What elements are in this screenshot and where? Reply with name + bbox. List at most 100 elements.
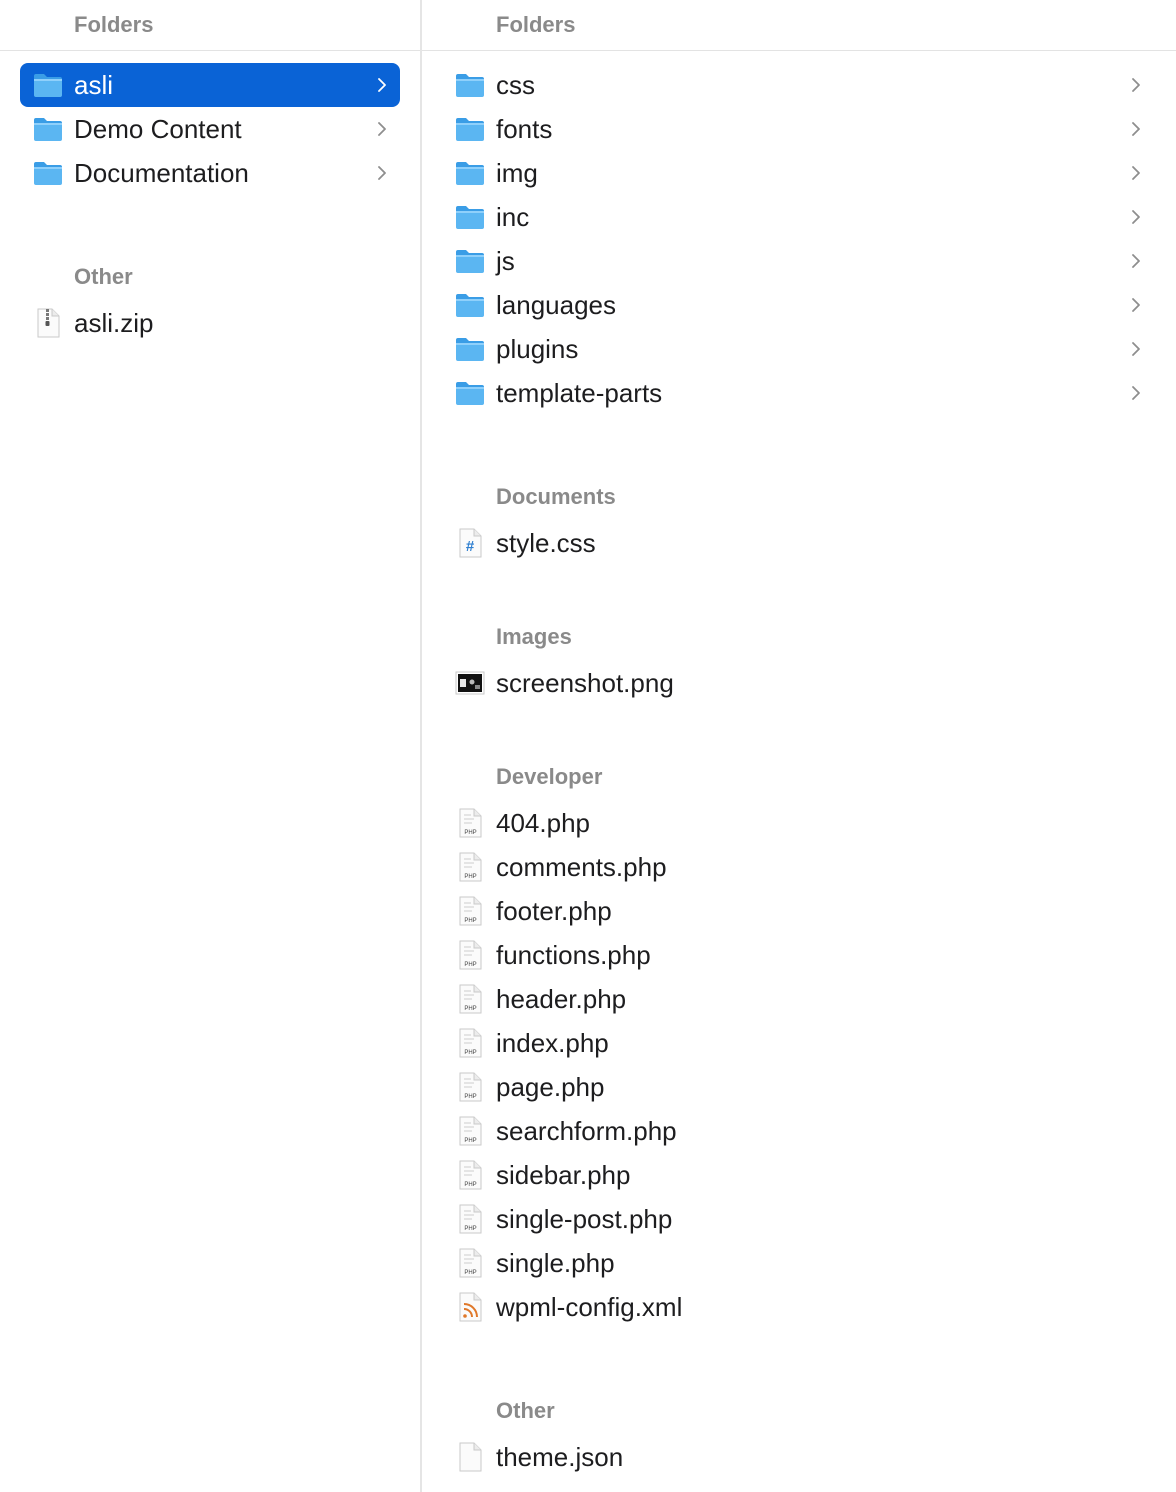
folder-item[interactable]: Demo Content <box>20 107 400 151</box>
file-item[interactable]: theme.json <box>442 1435 1154 1479</box>
file-item[interactable]: PHP page.php <box>442 1065 1154 1109</box>
svg-text:PHP: PHP <box>464 1050 476 1056</box>
php-file-icon: PHP <box>454 895 486 927</box>
file-item[interactable]: PHP functions.php <box>442 933 1154 977</box>
php-file-icon: PHP <box>454 1159 486 1191</box>
folder-item[interactable]: Documentation <box>20 151 400 195</box>
right-column: Folders css fonts img inc js languages p… <box>422 0 1176 1492</box>
svg-text:PHP: PHP <box>464 1270 476 1276</box>
folder-item[interactable]: css <box>442 63 1154 107</box>
svg-text:#: # <box>466 538 475 555</box>
folder-item[interactable]: languages <box>442 283 1154 327</box>
chevron-right-icon <box>374 107 390 151</box>
folder-icon <box>454 157 486 189</box>
item-label: page.php <box>496 1072 605 1102</box>
chevron-right-icon <box>374 151 390 195</box>
folder-icon <box>32 113 64 145</box>
php-file-icon: PHP <box>454 1071 486 1103</box>
file-item[interactable]: screenshot.png <box>442 661 1154 705</box>
php-file-icon: PHP <box>454 1203 486 1235</box>
folder-icon <box>454 69 486 101</box>
left-column-header: Folders <box>0 0 420 51</box>
file-item[interactable]: PHP header.php <box>442 977 1154 1021</box>
folder-icon <box>454 245 486 277</box>
file-item[interactable]: PHP searchform.php <box>442 1109 1154 1153</box>
file-item[interactable]: asli.zip <box>20 301 400 345</box>
svg-text:PHP: PHP <box>464 1006 476 1012</box>
left-column: Folders asli Demo Content Documentation … <box>0 0 420 1492</box>
item-label: css <box>496 70 535 100</box>
file-item[interactable]: PHP footer.php <box>442 889 1154 933</box>
image-thumbnail-icon <box>454 667 486 699</box>
folder-icon <box>32 69 64 101</box>
item-label: template-parts <box>496 378 663 408</box>
item-label: asli <box>74 70 114 100</box>
folder-icon <box>454 333 486 365</box>
item-label: asli.zip <box>74 308 154 338</box>
item-label: plugins <box>496 334 579 364</box>
item-label: index.php <box>496 1028 609 1058</box>
item-label: img <box>496 158 538 188</box>
item-label: languages <box>496 290 616 320</box>
svg-text:PHP: PHP <box>464 1138 476 1144</box>
item-label: functions.php <box>496 940 651 970</box>
file-item[interactable]: wpml-config.xml <box>442 1285 1154 1329</box>
item-label: 404.php <box>496 808 590 838</box>
item-label: js <box>496 246 515 276</box>
file-item[interactable]: # style.css <box>442 521 1154 565</box>
chevron-right-icon <box>1128 239 1144 283</box>
item-label: inc <box>496 202 530 232</box>
chevron-right-icon <box>1128 195 1144 239</box>
item-label: single-post.php <box>496 1204 673 1234</box>
file-item[interactable]: PHP single-post.php <box>442 1197 1154 1241</box>
item-label: theme.json <box>496 1442 624 1472</box>
chevron-right-icon <box>1128 327 1144 371</box>
file-item[interactable]: PHP comments.php <box>442 845 1154 889</box>
folder-icon <box>454 377 486 409</box>
item-label: footer.php <box>496 896 612 926</box>
folder-item[interactable]: js <box>442 239 1154 283</box>
section-header-images: Images <box>496 624 572 649</box>
item-label: Demo Content <box>74 114 242 144</box>
chevron-right-icon <box>1128 283 1144 327</box>
file-item[interactable]: PHP index.php <box>442 1021 1154 1065</box>
folder-item[interactable]: asli <box>20 63 400 107</box>
item-label: sidebar.php <box>496 1160 631 1190</box>
folder-item[interactable]: plugins <box>442 327 1154 371</box>
item-label: comments.php <box>496 852 667 882</box>
php-file-icon: PHP <box>454 807 486 839</box>
item-label: searchform.php <box>496 1116 677 1146</box>
file-item[interactable]: PHP 404.php <box>442 801 1154 845</box>
svg-text:PHP: PHP <box>464 1226 476 1232</box>
svg-text:PHP: PHP <box>464 1094 476 1100</box>
folder-item[interactable]: fonts <box>442 107 1154 151</box>
chevron-right-icon <box>1128 107 1144 151</box>
item-label: style.css <box>496 528 596 558</box>
folder-icon <box>32 157 64 189</box>
item-label: single.php <box>496 1248 615 1278</box>
section-header-folders: Folders <box>496 12 576 37</box>
right-column-header: Folders <box>422 0 1176 51</box>
folder-icon <box>454 113 486 145</box>
file-item[interactable]: PHP sidebar.php <box>442 1153 1154 1197</box>
xml-file-icon <box>454 1291 486 1323</box>
svg-text:PHP: PHP <box>464 874 476 880</box>
item-label: fonts <box>496 114 553 144</box>
folder-item[interactable]: template-parts <box>442 371 1154 415</box>
zip-file-icon <box>32 307 64 339</box>
section-header-documents: Documents <box>496 484 616 509</box>
item-label: Documentation <box>74 158 249 188</box>
php-file-icon: PHP <box>454 851 486 883</box>
item-label: wpml-config.xml <box>496 1292 683 1322</box>
php-file-icon: PHP <box>454 1115 486 1147</box>
file-item[interactable]: PHP single.php <box>442 1241 1154 1285</box>
php-file-icon: PHP <box>454 939 486 971</box>
chevron-right-icon <box>1128 151 1144 195</box>
folder-item[interactable]: img <box>442 151 1154 195</box>
svg-text:PHP: PHP <box>464 918 476 924</box>
svg-text:PHP: PHP <box>464 962 476 968</box>
folder-item[interactable]: inc <box>442 195 1154 239</box>
chevron-right-icon <box>374 63 390 107</box>
php-file-icon: PHP <box>454 983 486 1015</box>
chevron-right-icon <box>1128 371 1144 415</box>
